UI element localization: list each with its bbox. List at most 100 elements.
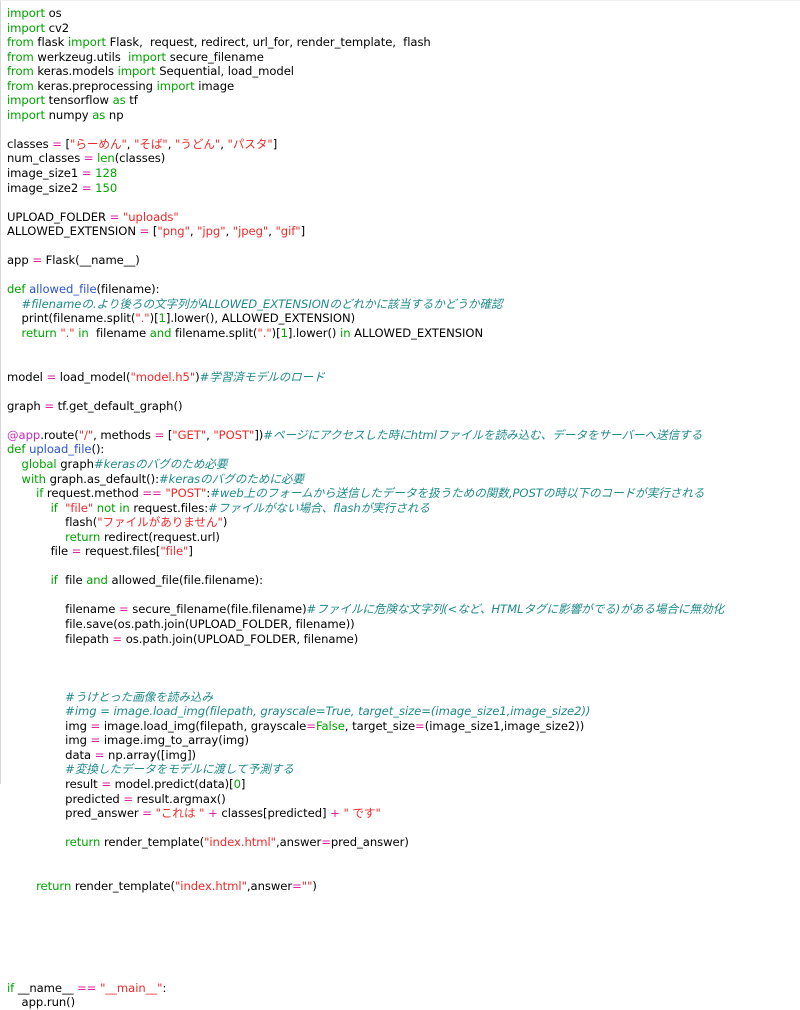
code-token-op: = [139, 224, 150, 239]
code-token-str: "これは " [155, 806, 205, 821]
code-token-str: "index.html" [204, 835, 276, 850]
code-token-kw: import [128, 49, 167, 64]
code-line: filepath = os.path.join(UPLOAD_FOLDER, f… [7, 632, 800, 647]
code-token-pl: model [7, 369, 47, 384]
code-token-pl: Flask(__name__) [41, 253, 140, 268]
code-token-pl: graph [56, 456, 94, 471]
code-line: flash("ファイルがありません") [7, 515, 800, 530]
code-token-pl: num_classes [7, 151, 84, 166]
code-token-kw: False [315, 718, 345, 733]
code-token-kw: def [7, 282, 26, 297]
code-line: result = model.predict(data)[0] [7, 777, 800, 792]
code-token-pl: file.save(os.path.join(UPLOAD_FOLDER, fi… [7, 616, 355, 631]
code-token-kw: in [119, 500, 130, 515]
code-token-kw: as [92, 107, 106, 122]
code-token-pl: (): [91, 442, 105, 457]
code-token-pl: filename [88, 326, 150, 341]
code-token-kw: import [156, 78, 195, 93]
code-token-pl: (image_size1,image_size2)) [424, 718, 585, 733]
code-line: img = image.load_img(filepath, grayscale… [7, 719, 800, 734]
code-token-pl: (filename): [96, 282, 160, 297]
code-token-op: = [118, 602, 129, 617]
code-token-op: = [154, 427, 165, 442]
code-token-pl: os.path.join(UPLOAD_FOLDER, filename) [122, 631, 359, 646]
code-token-pl: img [7, 718, 91, 733]
code-token-str: "uploads" [122, 209, 179, 224]
code-token-pl: flash( [7, 515, 98, 530]
code-line: file.save(os.path.join(UPLOAD_FOLDER, fi… [7, 617, 800, 632]
code-line: return redirect(request.url) [7, 530, 800, 545]
code-line: if file and allowed_file(file.filename): [7, 573, 800, 588]
code-token-op: = [90, 718, 101, 733]
code-token-op: = [321, 835, 331, 850]
code-token-pl: ].lower() [287, 326, 341, 341]
code-token-str: "ファイルがありません" [97, 515, 223, 530]
code-token-str: "gif" [275, 224, 301, 239]
code-token-op: = [292, 878, 302, 893]
code-token-pl: __name__ [14, 980, 78, 995]
code-token-pl: app [7, 253, 33, 268]
code-token-kw: return [36, 878, 72, 893]
code-token-pl: image.img_to_array(img) [100, 733, 249, 748]
code-token-kw: as [112, 93, 126, 108]
code-token-pl: tf [125, 93, 138, 108]
code-token-pl: np.array([img]) [104, 747, 197, 762]
code-token-str: "jpg" [197, 224, 226, 239]
code-line: UPLOAD_FOLDER = "uploads" [7, 210, 800, 225]
code-token-pl: filepath [7, 631, 113, 646]
code-token-pl: allowed_file(file.filename): [107, 573, 264, 588]
code-token-op: = [52, 136, 62, 151]
code-token-pl: print(filename.split( [7, 311, 136, 326]
code-token-pl: graph [7, 398, 45, 413]
code-token-cmt: #ファイルがない場合、flashが実行される [208, 500, 430, 515]
code-line: #変換したデータをモデルに渡して予測する [7, 762, 800, 777]
code-token-pl: ]) [254, 427, 264, 442]
code-token-str: "file" [160, 544, 189, 559]
code-line: global graph#kerasのバグのため必要 [7, 457, 800, 472]
code-token-kw: with [21, 471, 46, 486]
code-line: print(filename.split(".")[1].lower(), AL… [7, 311, 800, 326]
code-token-pl: file [57, 573, 87, 588]
code-line: filename = secure_filename(file.filename… [7, 602, 800, 617]
code-token-str: " です" [343, 806, 381, 821]
code-token-pl: ] [300, 224, 306, 239]
code-token-num: 1 [280, 326, 288, 341]
code-token-num: 1 [158, 311, 166, 326]
code-line: from keras.models import Sequential, loa… [7, 64, 800, 79]
code-token-cmt: #img = image.load_img(filepath, grayscal… [65, 704, 591, 719]
code-token-pl: img [7, 733, 91, 748]
code-token-pl: image.load_img(filepath, grayscale [100, 718, 307, 733]
code-token-kw: if [7, 980, 15, 995]
code-token-pl: (classes) [114, 151, 166, 166]
code-token-pl: keras.preprocessing [33, 78, 157, 93]
code-token-op: = [81, 180, 92, 195]
code-line: import cv2 [7, 21, 800, 36]
code-line: from flask import Flask, request, redire… [7, 35, 800, 50]
code-token-op: = [44, 398, 54, 413]
code-token-kw: import [67, 35, 106, 50]
code-line: if "file" not in request.files:#ファイルがない場… [7, 501, 800, 516]
code-token-pl: filename [7, 602, 119, 617]
code-line: from keras.preprocessing import image [7, 79, 800, 94]
code-token-pl: , target_size [344, 718, 416, 733]
code-token-op: = [112, 631, 123, 646]
code-token-kw: from [7, 78, 34, 93]
code-token-pl: Sequential, load_model [155, 64, 294, 79]
code-line: graph = tf.get_default_graph() [7, 399, 800, 414]
code-token-kw: return [21, 326, 57, 341]
code-token-str: "." [60, 326, 75, 341]
code-token-cmt: #filenameの.より後ろの文字列がALLOWED_EXTENSIONのどれ… [21, 296, 503, 311]
